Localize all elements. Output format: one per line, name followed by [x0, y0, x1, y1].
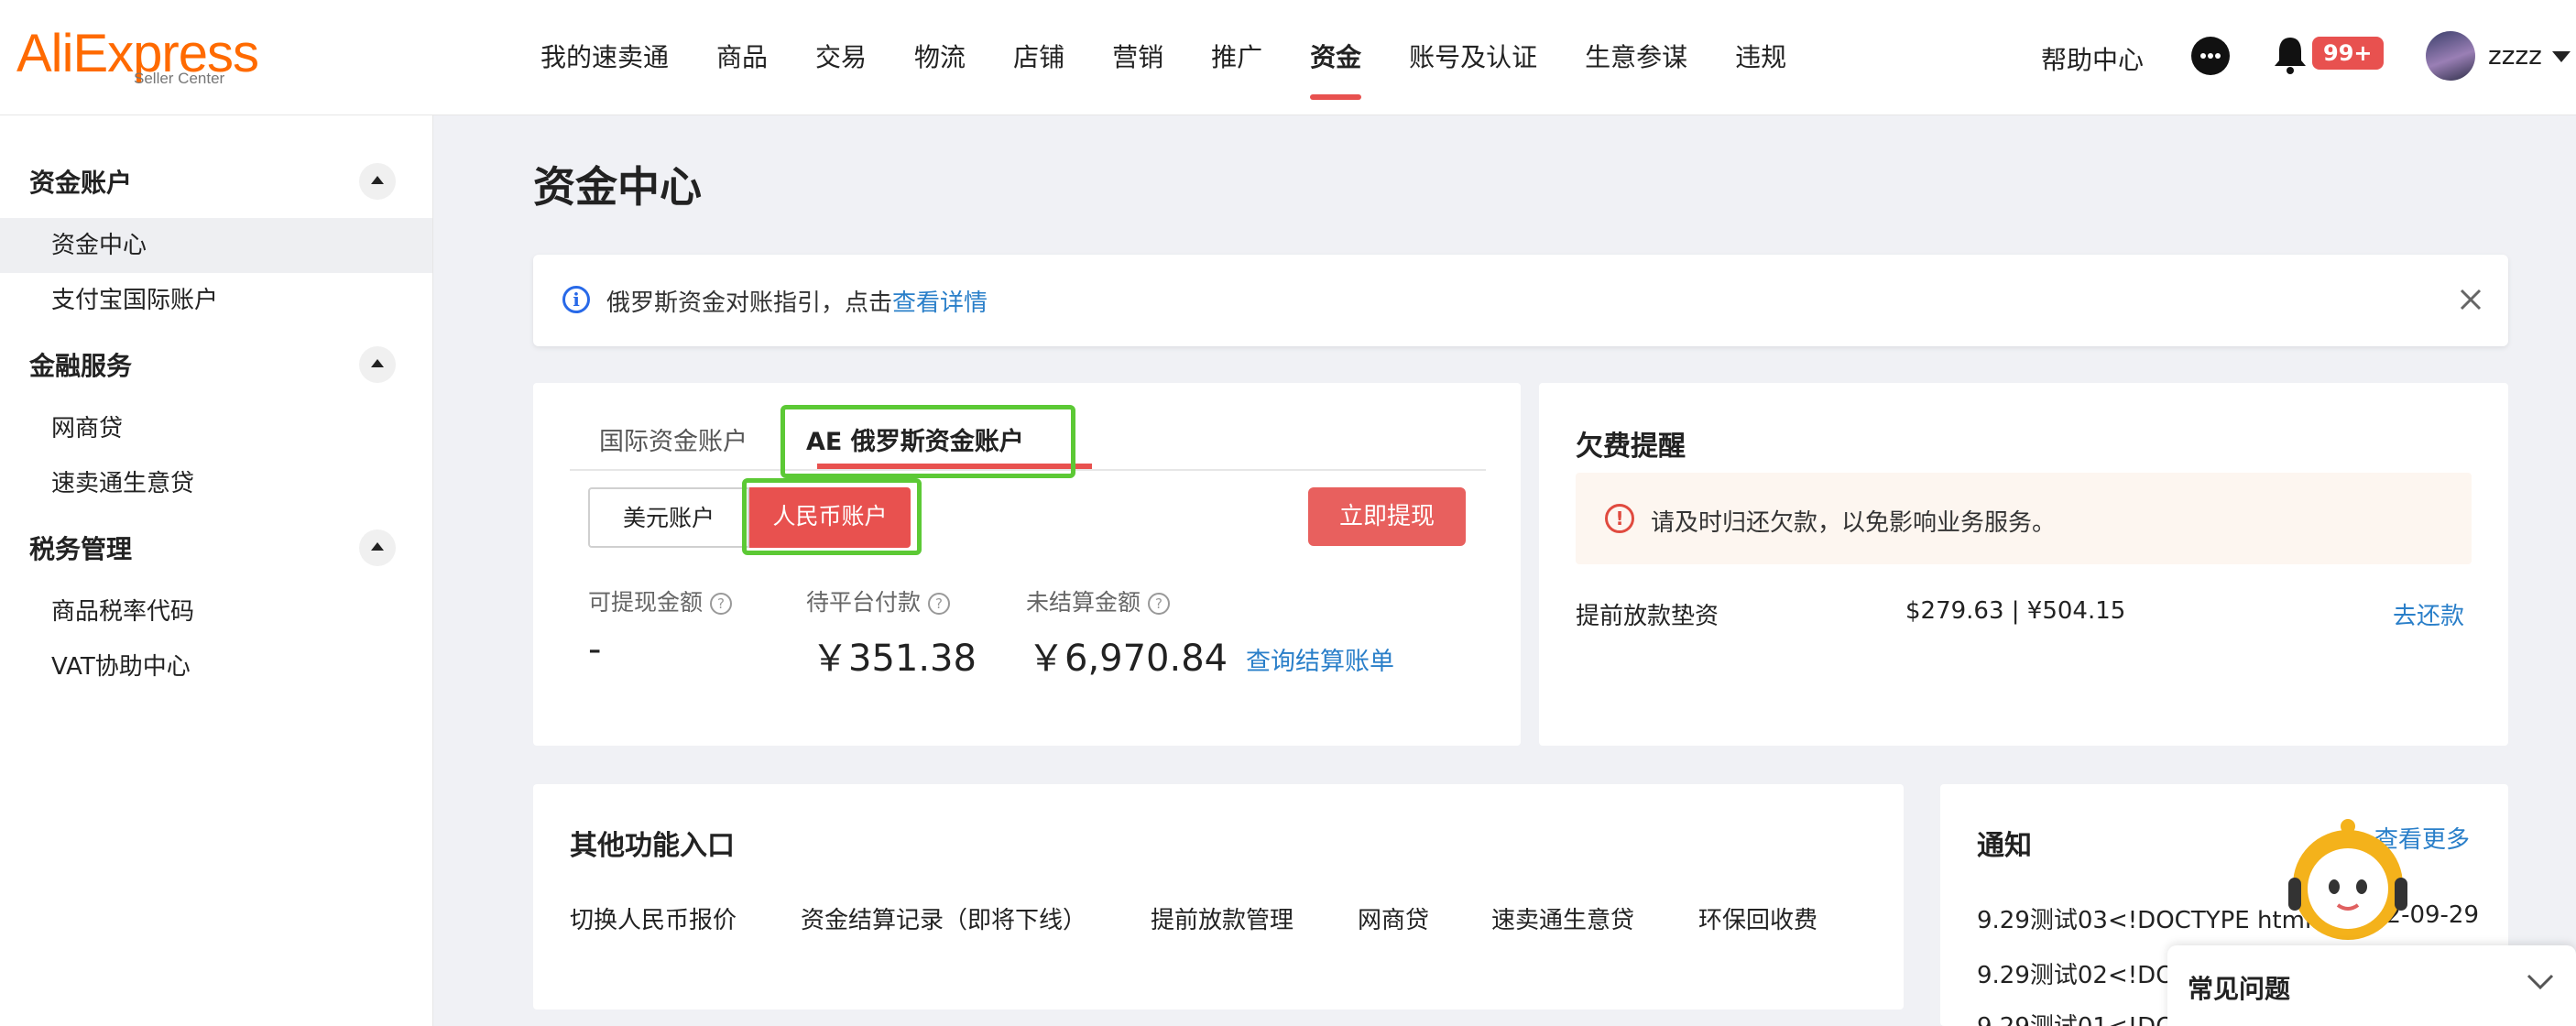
- unsettled-label-text: 未结算金额: [1026, 589, 1141, 616]
- collapse-arrow-icon[interactable]: [359, 529, 396, 566]
- sidebar-item-mybank-loan[interactable]: 网商贷: [0, 401, 432, 456]
- sidebar: 资金账户 资金中心 支付宝国际账户 金融服务 网商贷 速卖通生意贷 税务管理 商…: [0, 115, 433, 1026]
- tab-international-account[interactable]: 国际资金账户: [599, 421, 748, 457]
- arrears-card: 欠费提醒 ! 请及时归还欠款，以免影响业务服务。 提前放款垫资 $279.63 …: [1539, 383, 2508, 746]
- pending-value: ￥351.38: [812, 638, 977, 680]
- unsettled-value: ￥6,970.84: [1028, 638, 1228, 680]
- help-icon[interactable]: ?: [928, 593, 951, 615]
- help-center-link[interactable]: 帮助中心: [2041, 40, 2144, 77]
- faq-panel[interactable]: 常见问题: [2167, 945, 2576, 1026]
- bell-icon[interactable]: [2272, 35, 2309, 75]
- account-card: 国际资金账户 AE 俄罗斯资金账户 美元账户 人民币账户 立即提现 可提现金额?…: [533, 383, 1521, 746]
- arrears-title: 欠费提醒: [1576, 431, 1686, 463]
- advance-loan-label: 提前放款垫资: [1576, 603, 1719, 630]
- sidebar-item-tax-code[interactable]: 商品税率代码: [0, 584, 432, 639]
- function-advance-loan-management[interactable]: 提前放款管理: [1151, 901, 1293, 935]
- notifications-title: 通知: [1977, 830, 2032, 862]
- nav-store[interactable]: 店铺: [989, 0, 1088, 115]
- collapse-arrow-icon[interactable]: [359, 346, 396, 383]
- sidebar-item-fund-center[interactable]: 资金中心: [0, 218, 432, 273]
- logo-sub: Seller Center: [134, 70, 225, 87]
- nav-marketing[interactable]: 营销: [1088, 0, 1187, 115]
- functions-card: 其他功能入口 切换人民币报价 资金结算记录（即将下线） 提前放款管理 网商贷 速…: [533, 784, 1904, 1010]
- nav-business-advisor[interactable]: 生意参谋: [1561, 0, 1711, 115]
- username[interactable]: zzzz: [2488, 40, 2542, 71]
- notice-banner: i 俄罗斯资金对账指引，点击查看详情: [533, 255, 2508, 346]
- warning-text: 请及时归还欠款，以免影响业务服务。: [1651, 509, 2057, 537]
- query-statement-link[interactable]: 查询结算账单: [1246, 641, 1394, 677]
- usd-account-button[interactable]: 美元账户: [588, 487, 749, 548]
- withdraw-button[interactable]: 立即提现: [1308, 487, 1466, 546]
- sidebar-section-tax[interactable]: 税务管理: [29, 529, 132, 566]
- functions-title: 其他功能入口: [570, 830, 735, 862]
- unsettled-label: 未结算金额?: [1026, 584, 1171, 617]
- nav-my-aliexpress[interactable]: 我的速卖通: [517, 0, 693, 115]
- nav-funds[interactable]: 资金: [1286, 0, 1385, 115]
- sidebar-item-business-loan[interactable]: 速卖通生意贷: [0, 456, 432, 511]
- sidebar-item-alipay[interactable]: 支付宝国际账户: [0, 273, 432, 328]
- nav-account[interactable]: 账号及认证: [1385, 0, 1561, 115]
- pending-label-text: 待平台付款: [806, 589, 922, 616]
- notice-message: 俄罗斯资金对账指引，点击: [606, 289, 893, 317]
- help-icon[interactable]: ?: [1148, 593, 1171, 615]
- nav-orders[interactable]: 交易: [791, 0, 890, 115]
- function-business-loan[interactable]: 速卖通生意贷: [1491, 901, 1634, 935]
- avatar[interactable]: [2426, 31, 2475, 81]
- notification-item[interactable]: 9.29测试01<!DOC: [1977, 1008, 2191, 1026]
- chat-icon[interactable]: [2191, 37, 2230, 75]
- info-icon: i: [562, 286, 590, 313]
- main-nav: 我的速卖通 商品 交易 物流 店铺 营销 推广 资金 账号及认证 生意参谋 违规: [517, 0, 1810, 115]
- sidebar-section-fund-accounts[interactable]: 资金账户: [29, 163, 132, 200]
- highlight-box: [780, 405, 1075, 478]
- close-icon[interactable]: [2459, 288, 2483, 311]
- withdrawable-label: 可提现金额?: [588, 584, 733, 617]
- advance-loan-amount: $279.63 | ¥504.15: [1905, 597, 2126, 625]
- top-bar: AliExpress Seller Center 我的速卖通 商品 交易 物流 …: [0, 0, 2576, 115]
- repay-link[interactable]: 去还款: [2393, 597, 2464, 631]
- faq-title: 常见问题: [2188, 974, 2291, 1004]
- highlight-box: [742, 478, 922, 555]
- notification-item[interactable]: 9.29测试02<!DOC: [1977, 956, 2191, 990]
- nav-violations[interactable]: 违规: [1711, 0, 1810, 115]
- arrears-warning: ! 请及时归还欠款，以免影响业务服务。: [1576, 473, 2472, 564]
- nav-products[interactable]: 商品: [693, 0, 791, 115]
- collapse-arrow-icon[interactable]: [359, 163, 396, 200]
- chevron-down-icon[interactable]: [2525, 966, 2556, 997]
- chevron-down-icon[interactable]: [2552, 51, 2571, 62]
- notification-badge: 99+: [2312, 37, 2384, 70]
- notice-detail-link[interactable]: 查看详情: [892, 289, 988, 317]
- notice-text: 俄罗斯资金对账指引，点击查看详情: [606, 284, 988, 318]
- warning-icon: !: [1605, 504, 1634, 533]
- pending-label: 待平台付款?: [806, 584, 951, 617]
- help-icon[interactable]: ?: [710, 593, 733, 615]
- function-switch-cny-quote[interactable]: 切换人民币报价: [570, 901, 737, 935]
- function-recycling-fee[interactable]: 环保回收费: [1698, 901, 1817, 935]
- aliexpress-logo[interactable]: AliExpress Seller Center: [16, 27, 259, 88]
- nav-promotion[interactable]: 推广: [1187, 0, 1286, 115]
- function-mybank-loan[interactable]: 网商贷: [1358, 901, 1429, 935]
- withdrawable-value: -: [588, 628, 602, 671]
- nav-logistics[interactable]: 物流: [890, 0, 989, 115]
- withdrawable-label-text: 可提现金额: [588, 589, 704, 616]
- page-title: 资金中心: [533, 162, 702, 212]
- function-settlement-records[interactable]: 资金结算记录（即将下线）: [801, 901, 1086, 935]
- sidebar-item-vat[interactable]: VAT协助中心: [0, 639, 432, 694]
- sidebar-section-financial-services[interactable]: 金融服务: [29, 346, 132, 383]
